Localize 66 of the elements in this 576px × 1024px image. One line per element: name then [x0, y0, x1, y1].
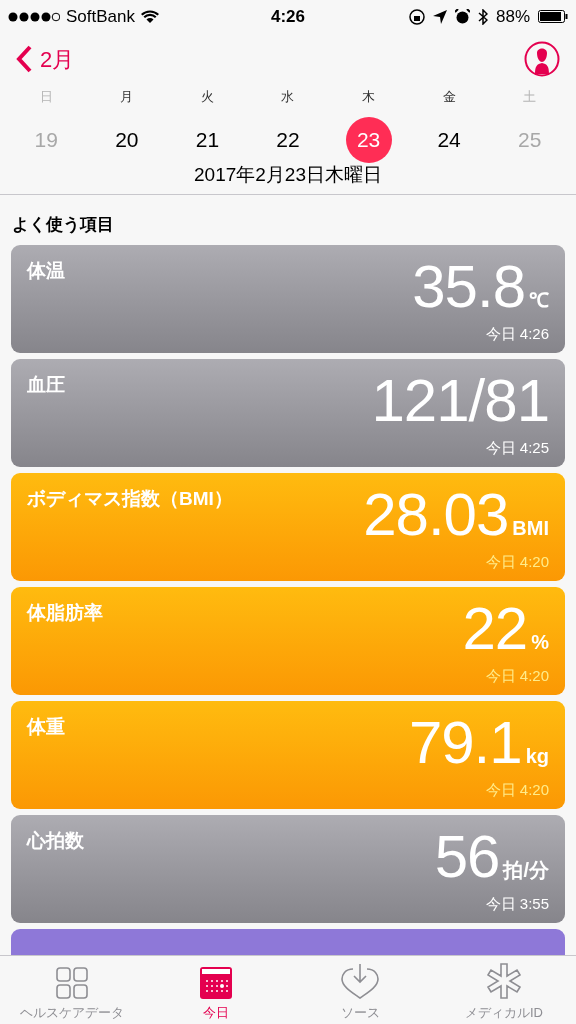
date-button[interactable]: 25	[506, 117, 553, 163]
card-title: 体温	[27, 259, 65, 283]
rotation-lock-icon	[408, 8, 425, 25]
card-timestamp: 今日 4:26	[485, 323, 549, 344]
card-value: 56	[434, 822, 500, 892]
card-timestamp: 今日 3:55	[485, 893, 549, 914]
signal-icon	[8, 11, 60, 22]
status-time: 4:26	[271, 6, 305, 26]
health-card[interactable]: ボディマス指数（BMI） 28.03 BMI 今日 4:20	[11, 473, 565, 581]
health-card[interactable]: 心拍数 56拍/分 今日 3:55	[11, 815, 565, 923]
tab-button[interactable]: 今日	[144, 956, 288, 1024]
back-button[interactable]: 2月	[16, 42, 75, 76]
health-card[interactable]: 体重 79.1 kg 今日 4:20	[11, 701, 565, 809]
weekday-label: 月	[120, 88, 134, 106]
card-unit: 拍/分	[503, 858, 549, 883]
weekday-label: 木	[362, 88, 376, 106]
weekday-label: 水	[281, 88, 295, 106]
card-value: 22	[462, 594, 528, 664]
card-value: 121/81	[371, 366, 549, 436]
calendar-icon	[200, 966, 232, 999]
heart-download-icon	[341, 962, 379, 999]
card-title: 体重	[27, 715, 65, 739]
date-title: 2017年2月23日木曜日	[194, 163, 382, 188]
card-value: 35.8	[412, 252, 525, 322]
date-button[interactable]: 23	[345, 117, 392, 163]
card-value: 28.03	[363, 480, 509, 550]
date-button[interactable]: 21	[184, 117, 231, 163]
weekday-label: 日	[39, 88, 53, 106]
date-button[interactable]: 20	[103, 117, 150, 163]
section-title: よく使う項目	[12, 213, 114, 236]
date-button[interactable]: 22	[265, 117, 311, 163]
health-card[interactable]: 体温 35.8℃ 今日 4:26	[11, 245, 565, 353]
card-title: 血圧	[27, 373, 65, 397]
weekday-label: 金	[442, 88, 456, 106]
tab-button[interactable]: ソース	[288, 956, 432, 1024]
card-timestamp: 今日 4:20	[485, 665, 549, 686]
card-timestamp: 今日 4:25	[485, 437, 549, 458]
alarm-icon	[454, 9, 470, 24]
health-card[interactable]: 体脂肪率 22% 今日 4:20	[11, 587, 565, 695]
tab-button[interactable]: メディカルID	[432, 956, 576, 1024]
card-unit: ℃	[529, 288, 549, 313]
profile-icon[interactable]	[524, 41, 560, 77]
bluetooth-icon	[477, 8, 488, 25]
card-title: 心拍数	[27, 829, 84, 853]
asterisk-icon	[487, 962, 521, 999]
card-title: 体脂肪率	[27, 601, 103, 625]
wifi-icon	[141, 9, 159, 24]
card-value: 79.1	[408, 708, 522, 778]
card-timestamp: 今日 4:20	[485, 551, 549, 572]
card-title: ボディマス指数（BMI）	[27, 487, 233, 511]
grid-icon	[56, 966, 88, 999]
card-timestamp: 今日 4:20	[485, 779, 549, 800]
card-unit: kg	[525, 744, 549, 769]
card-unit: BMI	[512, 516, 549, 541]
carrier-name: SoftBank	[66, 5, 135, 28]
date-button[interactable]: 24	[426, 117, 473, 163]
health-card[interactable]: 血圧 121/81 今日 4:25	[11, 359, 565, 467]
date-button[interactable]: 19	[23, 117, 70, 163]
weekday-label: 土	[523, 88, 537, 106]
battery-percent: 88%	[495, 5, 530, 28]
back-chevron-icon	[16, 45, 32, 73]
location-icon	[432, 9, 447, 24]
battery-icon	[538, 10, 568, 23]
weekday-label: 火	[200, 88, 214, 106]
card-unit: %	[531, 630, 549, 655]
tab-button[interactable]: ヘルスケアデータ	[0, 956, 144, 1024]
